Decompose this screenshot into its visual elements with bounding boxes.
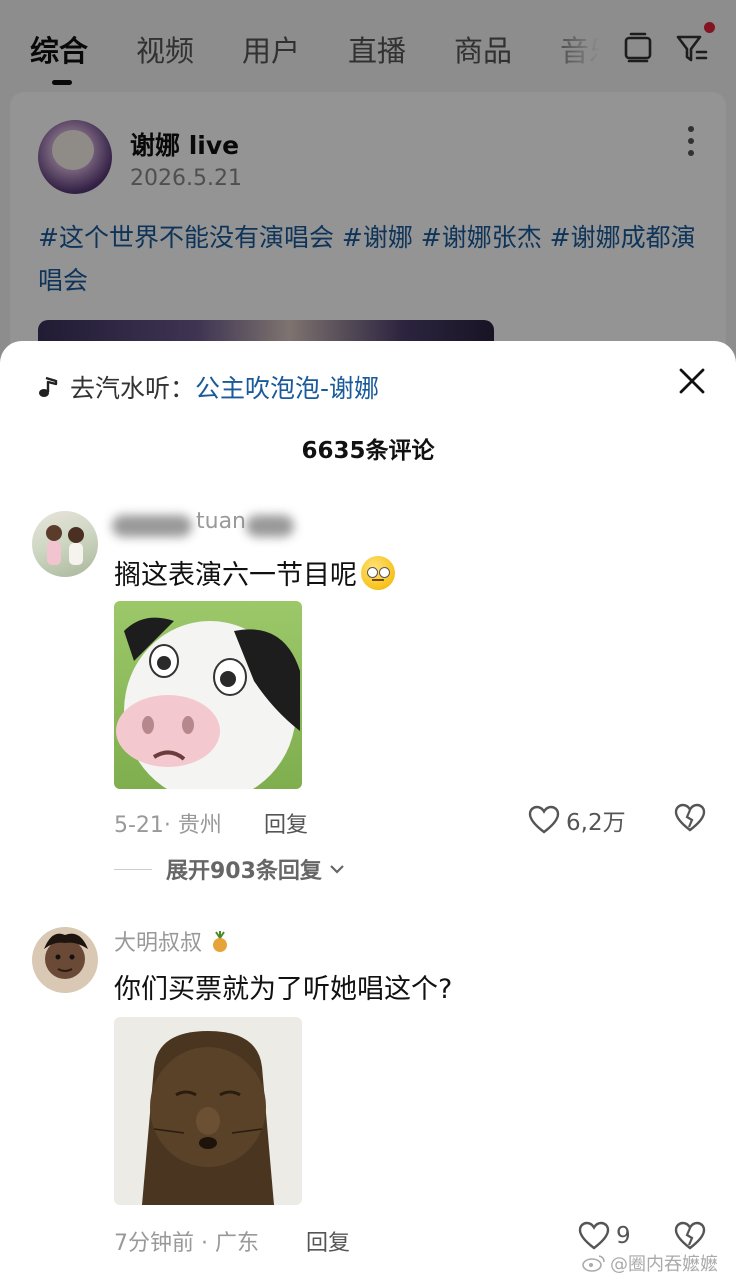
broken-heart-icon[interactable] <box>674 1221 706 1251</box>
comment-meta: 7分钟前 · 广东 <box>114 1231 259 1256</box>
comment-count: 6635条评论 <box>301 438 435 464</box>
pineapple-icon <box>213 931 228 952</box>
like-count: 6,2万 <box>566 810 626 836</box>
like-button[interactable]: 9 <box>578 1221 631 1251</box>
chevron-down-icon <box>330 865 344 874</box>
heart-icon <box>528 805 560 834</box>
comment-username[interactable]: 大明叔叔 <box>114 925 231 957</box>
comment-sheet: 去汽水听： 公主吹泡泡-谢娜 6635条评论 tuan 搁这表演六一节目呢 5-… <box>0 341 736 1280</box>
like-count: 9 <box>616 1223 631 1249</box>
avatar[interactable] <box>32 511 98 577</box>
dim-overlay[interactable] <box>0 0 736 400</box>
comment-item: tuan 搁这表演六一节目呢 5-21· 贵州 回复 6,2万 展开903条回复 <box>0 507 736 887</box>
reply-button[interactable]: 回复 <box>306 1225 350 1257</box>
music-note-icon <box>39 376 58 397</box>
like-button[interactable]: 6,2万 <box>528 803 626 837</box>
comment-username[interactable]: tuan <box>196 509 246 534</box>
broken-heart-icon[interactable] <box>674 803 706 833</box>
comment-meta: 5-21· 贵州 <box>114 813 222 838</box>
comment-text: 搁这表演六一节目呢 <box>114 553 395 592</box>
heart-icon <box>578 1221 610 1250</box>
close-icon[interactable] <box>676 365 708 397</box>
music-link[interactable]: 去汽水听： 公主吹泡泡-谢娜 <box>36 367 379 407</box>
eye-roll-emoji <box>361 556 395 590</box>
music-song-title[interactable]: 公主吹泡泡-谢娜 <box>195 369 379 405</box>
comment-text: 你们买票就为了听她唱这个? <box>114 974 453 1005</box>
comment-item: 大明叔叔 你们买票就为了听她唱这个? 7分钟前 · 广东 回复 9 <box>0 923 736 1263</box>
blurred-username <box>246 515 294 537</box>
music-prefix: 去汽水听： <box>70 374 196 403</box>
blurred-username <box>112 515 192 537</box>
watermark: @圈内吞嬷嬷 <box>582 1250 718 1276</box>
avatar[interactable] <box>32 927 98 993</box>
expand-replies-button[interactable]: 展开903条回复 <box>114 853 346 885</box>
sticker-image[interactable] <box>114 1017 302 1205</box>
reply-button[interactable]: 回复 <box>264 807 308 839</box>
weibo-icon <box>582 1255 605 1272</box>
sticker-image[interactable] <box>114 601 302 789</box>
watermark-text: @圈内吞嬷嬷 <box>610 1254 718 1275</box>
